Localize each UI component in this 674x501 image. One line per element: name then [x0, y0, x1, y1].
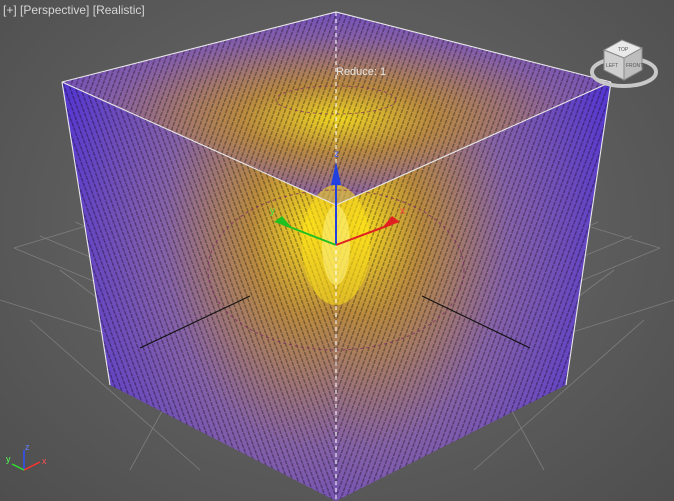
gizmo-x-label: x [400, 206, 405, 217]
reduce-readout: Reduce: 1 [336, 66, 387, 78]
perspective-viewport[interactable]: z y x [+] [Perspective] [Realistic] Redu… [0, 0, 674, 501]
viewcube-icon[interactable]: LEFT FRONT TOP [582, 30, 662, 94]
tripod-x-label: x [42, 456, 47, 466]
viewcube-left-face: LEFT [606, 63, 618, 69]
viewport-label: [+] [Perspective] [Realistic] [3, 3, 145, 17]
viewcube-front-face: FRONT [626, 63, 643, 69]
gizmo-z-label: z [334, 149, 339, 160]
axis-tripod: z x y [6, 442, 47, 471]
shading-mode-button[interactable]: [Realistic] [93, 3, 145, 17]
tripod-y-label: y [6, 454, 11, 464]
viewport-menu-button[interactable]: [+] [3, 3, 17, 17]
gizmo-y-label: y [270, 206, 275, 217]
view-mode-button[interactable]: [Perspective] [20, 3, 89, 17]
tripod-z-label: z [25, 442, 30, 452]
viewcube-top-face: TOP [618, 47, 629, 53]
